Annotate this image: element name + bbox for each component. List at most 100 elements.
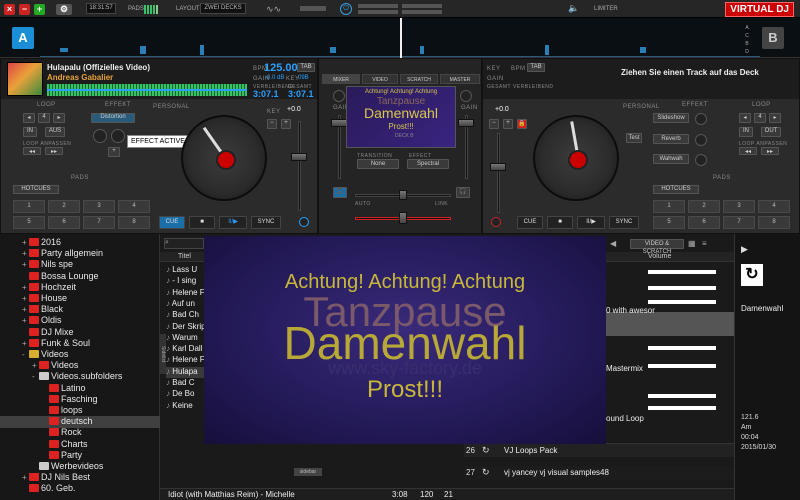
effect-slot-2[interactable]: Reverb bbox=[653, 134, 689, 144]
video-output-window[interactable]: Achtung! Achtung! Achtung Tanzpause Dame… bbox=[204, 236, 606, 444]
tree-item[interactable]: Fasching bbox=[0, 394, 160, 406]
tab-master[interactable]: MASTER bbox=[440, 74, 480, 84]
tree-item[interactable]: Latino bbox=[0, 383, 160, 395]
effect-slot-1[interactable]: Slideshow bbox=[653, 113, 689, 123]
table-row[interactable]: ♪ Helene F bbox=[166, 355, 204, 366]
waveform-view-icon[interactable]: ∿∿ bbox=[266, 4, 281, 15]
table-row[interactable]: ♪ Bad Ch bbox=[166, 310, 204, 321]
transition-select[interactable]: None bbox=[357, 159, 399, 169]
tree-item[interactable]: Party bbox=[0, 450, 160, 462]
pitch-slider-knob[interactable] bbox=[291, 153, 307, 161]
tree-item[interactable]: + Nils spe bbox=[0, 259, 160, 271]
close-icon[interactable]: × bbox=[4, 4, 15, 15]
list-item[interactable]: ound Loop bbox=[606, 414, 644, 423]
pad-8[interactable]: 8 bbox=[758, 216, 790, 229]
expand-toggle-icon[interactable]: + bbox=[22, 260, 29, 269]
headphone-cue-right-icon[interactable]: 🎧 bbox=[456, 187, 470, 198]
loop-in-button[interactable]: IN bbox=[739, 127, 753, 137]
expand-toggle-icon[interactable]: + bbox=[22, 238, 29, 247]
play-pause-button[interactable]: II/▶ bbox=[219, 216, 247, 229]
minimize-icon[interactable]: − bbox=[19, 4, 30, 15]
tree-item[interactable]: + Oldis bbox=[0, 315, 160, 327]
sidebar-tab[interactable]: sidebar bbox=[294, 468, 322, 476]
gain-knob-right[interactable] bbox=[460, 90, 472, 102]
hotcues-select[interactable]: HOTCUES bbox=[653, 185, 699, 194]
loop-length[interactable]: 4 bbox=[38, 113, 50, 123]
gain-knob-left[interactable] bbox=[333, 90, 345, 102]
pad-4[interactable]: 4 bbox=[118, 200, 150, 213]
headphone-cue-left-icon[interactable]: 🎧 bbox=[333, 187, 347, 198]
table-row[interactable]: ♪ Hulapa bbox=[166, 366, 204, 378]
expand-toggle-icon[interactable]: + bbox=[32, 361, 39, 370]
tree-item[interactable]: deutsch bbox=[0, 416, 160, 428]
jog-wheel[interactable] bbox=[181, 115, 267, 201]
pad-7[interactable]: 7 bbox=[83, 216, 115, 229]
loop-out-button[interactable]: OUT bbox=[761, 127, 781, 137]
lock-icon[interactable]: 🔒 bbox=[517, 119, 527, 129]
loop-double-button[interactable]: ▸ bbox=[53, 113, 65, 123]
tree-item[interactable]: + Videos bbox=[0, 360, 160, 372]
video-fx-select[interactable]: Spectral bbox=[407, 159, 449, 169]
tab-mixer[interactable]: MIXER bbox=[322, 74, 360, 84]
video-crossfader-knob[interactable] bbox=[399, 190, 407, 200]
tree-item[interactable]: - Videos.subfolders bbox=[0, 371, 160, 383]
effect-add-button[interactable]: + bbox=[108, 147, 120, 157]
list-item[interactable]: Mastermix bbox=[606, 364, 643, 373]
pad-6[interactable]: 6 bbox=[48, 216, 80, 229]
speaker-icon[interactable]: 🔈 bbox=[568, 3, 579, 14]
loop-shift-right[interactable]: ▸▸ bbox=[761, 147, 779, 155]
effect-knob[interactable] bbox=[695, 154, 707, 166]
hotcues-select[interactable]: HOTCUES bbox=[13, 185, 59, 194]
expand-toggle-icon[interactable]: + bbox=[22, 283, 29, 292]
stop-button[interactable]: ■ bbox=[547, 216, 573, 229]
cue-button[interactable]: CUE bbox=[159, 216, 185, 229]
expand-toggle-icon[interactable]: + bbox=[22, 249, 29, 258]
pad-5[interactable]: 5 bbox=[653, 216, 685, 229]
pad-1[interactable]: 1 bbox=[653, 200, 685, 213]
tree-item[interactable]: + Party allgemein bbox=[0, 248, 160, 260]
side-letter-b[interactable]: B bbox=[743, 40, 751, 48]
effect-knob[interactable] bbox=[93, 129, 107, 143]
tree-item[interactable]: DJ Mixe bbox=[0, 327, 160, 339]
loop-in-button[interactable]: IN bbox=[23, 127, 37, 137]
table-row[interactable]: ♪ Auf un bbox=[166, 299, 204, 310]
tree-item[interactable]: +2016 bbox=[0, 237, 160, 249]
tree-item[interactable]: + Black bbox=[0, 304, 160, 316]
view-mode-select[interactable]: VIDEO & SCRATCH bbox=[630, 239, 684, 255]
play-icon[interactable]: ▶ bbox=[741, 244, 755, 256]
pad-3[interactable]: 3 bbox=[83, 200, 115, 213]
expand-toggle-icon[interactable]: + bbox=[22, 294, 29, 303]
pitch-minus[interactable]: − bbox=[267, 119, 277, 129]
folder-tree[interactable]: +2016 + Party allgemein + Nils spe Bossa Loun… bbox=[0, 234, 160, 500]
pitch-minus[interactable]: − bbox=[489, 119, 499, 129]
jog-wheel[interactable] bbox=[533, 115, 619, 201]
pitch-slider-track[interactable] bbox=[298, 121, 301, 211]
deck-b-badge[interactable]: B bbox=[762, 27, 784, 49]
table-row[interactable]: ♪ Bad C bbox=[166, 378, 204, 389]
effect-knob[interactable] bbox=[111, 129, 125, 143]
effect-slot-3[interactable]: Wahwah bbox=[653, 154, 689, 164]
maximize-icon[interactable]: + bbox=[34, 4, 45, 15]
list-view-icon[interactable]: ≡ bbox=[702, 239, 707, 248]
tab-video[interactable]: VIDEO bbox=[362, 74, 398, 84]
side-letter-d[interactable]: D bbox=[743, 48, 751, 56]
settings-gear-icon[interactable]: ⚙ bbox=[56, 4, 72, 15]
table-row[interactable]: ♪ Lass U bbox=[166, 265, 204, 276]
expand-toggle-icon[interactable]: + bbox=[22, 316, 29, 325]
table-row[interactable]: ♪ Keine bbox=[166, 401, 204, 412]
pad-4[interactable]: 4 bbox=[758, 200, 790, 213]
effect-select[interactable]: Distortion bbox=[91, 113, 135, 123]
sync-master-icon[interactable]: ⏻ bbox=[340, 3, 352, 15]
tree-item[interactable]: Charts bbox=[0, 439, 160, 451]
table-row[interactable]: ♪ De Bo bbox=[166, 389, 204, 400]
tree-item[interactable]: Rock bbox=[0, 427, 160, 439]
pitch-plus[interactable]: + bbox=[281, 119, 291, 129]
side-letter-a[interactable]: A bbox=[743, 24, 751, 32]
pad-2[interactable]: 2 bbox=[48, 200, 80, 213]
table-row[interactable]: ♪ Warum bbox=[166, 333, 204, 344]
grid-view-icon[interactable]: ▦ bbox=[688, 239, 696, 248]
expand-toggle-icon[interactable]: + bbox=[22, 305, 29, 314]
tree-item[interactable]: + DJ Nils Best bbox=[0, 472, 160, 484]
pitch-slider-knob[interactable] bbox=[490, 163, 506, 171]
table-row[interactable]: Idiot (with Matthias Reim) - Michelle 3:… bbox=[160, 488, 734, 500]
